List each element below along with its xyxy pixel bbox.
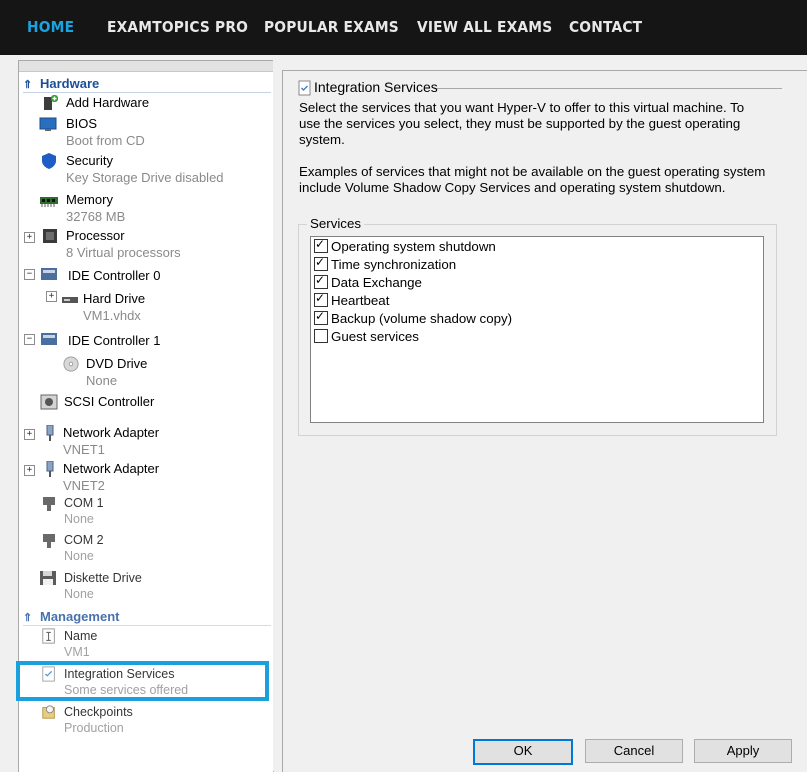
expand-network-adapter-1-icon[interactable]: + [24, 429, 35, 440]
top-navigation-bar: HOME EXAMTOPICS PRO POPULAR EXAMS VIEW A… [0, 0, 807, 55]
panel-description: Select the services that you want Hyper-… [299, 100, 745, 147]
com-port-icon [43, 534, 55, 548]
com-port-icon [43, 497, 55, 511]
service-operating-system-shutdown[interactable]: ✓ Operating system shutdown [314, 237, 496, 257]
scsi-controller-icon [40, 394, 58, 410]
network-adapter-icon [46, 461, 54, 477]
apply-button[interactable]: Apply [694, 739, 792, 763]
sidebar-item-scsi-controller[interactable]: SCSI Controller [64, 394, 154, 409]
sidebar-item-dvd-drive[interactable]: DVD Drive None [86, 356, 147, 388]
processor-icon [43, 229, 57, 243]
sidebar-item-processor[interactable]: Processor 8 Virtual processors [66, 228, 181, 260]
integration-services-highlight [16, 661, 269, 701]
ide-controller-icon [41, 333, 57, 345]
service-backup[interactable]: ✓ Backup (volume shadow copy) [314, 309, 512, 329]
hardware-section-header[interactable]: ⇑ Hardware [23, 76, 271, 93]
services-label: Services [307, 216, 364, 231]
integration-services-icon [298, 80, 311, 96]
floppy-disk-icon [40, 571, 56, 585]
sidebar-item-network-adapter-1[interactable]: Network Adapter VNET1 [63, 425, 159, 457]
add-hardware-icon [44, 95, 58, 110]
name-field-icon [42, 628, 55, 644]
ok-button[interactable]: OK [473, 739, 573, 765]
checkpoints-icon [42, 705, 55, 719]
service-data-exchange[interactable]: ✓ Data Exchange [314, 273, 422, 293]
memory-chip-icon [40, 197, 58, 207]
sidebar-item-security[interactable]: Security Key Storage Drive disabled [66, 153, 224, 185]
panel-examples: Examples of services that might not be a… [299, 164, 766, 195]
hard-drive-icon [62, 297, 78, 303]
dvd-disc-icon [63, 356, 79, 372]
sidebar-item-hard-drive[interactable]: Hard Drive VM1.vhdx [83, 291, 145, 323]
collapse-ide0-icon[interactable]: − [24, 269, 35, 280]
nav-home[interactable]: HOME [27, 18, 74, 36]
sidebar-item-com-1[interactable]: COM 1 None [64, 496, 104, 526]
panel-title: Integration Services [314, 79, 438, 95]
expand-network-adapter-2-icon[interactable]: + [24, 465, 35, 476]
nav-view-all-exams[interactable]: VIEW ALL EXAMS [417, 18, 552, 36]
collapse-chevron-icon: ⇑ [23, 612, 33, 624]
sidebar-item-checkpoints[interactable]: Checkpoints Production [64, 705, 133, 735]
nav-examtopics-pro[interactable]: EXAMTOPICS PRO [107, 18, 248, 36]
sidebar-item-add-hardware[interactable]: Add Hardware [66, 95, 149, 110]
sidebar-item-memory[interactable]: Memory 32768 MB [66, 192, 125, 224]
service-checkbox[interactable]: ✓ [314, 291, 328, 307]
sidebar-item-ide-controller-1[interactable]: IDE Controller 1 [68, 333, 160, 348]
sidebar-item-ide-controller-0[interactable]: IDE Controller 0 [68, 268, 160, 283]
expand-processor-icon[interactable]: + [24, 232, 35, 243]
collapse-ide1-icon[interactable]: − [24, 334, 35, 345]
expand-hard-drive-icon[interactable]: + [46, 291, 57, 302]
service-guest-services[interactable]: Guest services [314, 329, 419, 347]
service-checkbox[interactable]: ✓ [314, 237, 328, 253]
title-divider [437, 88, 782, 89]
nav-popular-exams[interactable]: POPULAR EXAMS [264, 18, 399, 36]
service-checkbox[interactable] [314, 329, 328, 343]
sidebar-item-name[interactable]: Name VM1 [64, 629, 97, 659]
vm-selector-strip [19, 61, 273, 72]
shield-icon [42, 153, 56, 169]
service-checkbox[interactable]: ✓ [314, 273, 328, 289]
sidebar-item-com-2[interactable]: COM 2 None [64, 533, 104, 563]
service-checkbox[interactable]: ✓ [314, 255, 328, 271]
bios-icon [39, 117, 57, 131]
service-heartbeat[interactable]: ✓ Heartbeat [314, 291, 389, 311]
cancel-button[interactable]: Cancel [585, 739, 683, 763]
ide-controller-icon [41, 268, 57, 280]
management-section-header[interactable]: ⇑ Management [23, 609, 271, 626]
sidebar-item-network-adapter-2[interactable]: Network Adapter VNET2 [63, 461, 159, 493]
pane-splitter[interactable] [273, 60, 281, 771]
service-checkbox[interactable]: ✓ [314, 309, 328, 325]
integration-services-panel: Integration Services Select the services… [282, 70, 807, 772]
sidebar-item-diskette-drive[interactable]: Diskette Drive None [64, 571, 142, 601]
collapse-chevron-icon: ⇑ [23, 79, 33, 91]
services-list: ✓ Operating system shutdown ✓ Time synchro… [310, 236, 764, 423]
network-adapter-icon [46, 425, 54, 441]
nav-contact[interactable]: CONTACT [569, 18, 642, 36]
service-time-synchronization[interactable]: ✓ Time synchronization [314, 255, 456, 275]
sidebar-item-bios[interactable]: BIOS Boot from CD [66, 116, 145, 148]
